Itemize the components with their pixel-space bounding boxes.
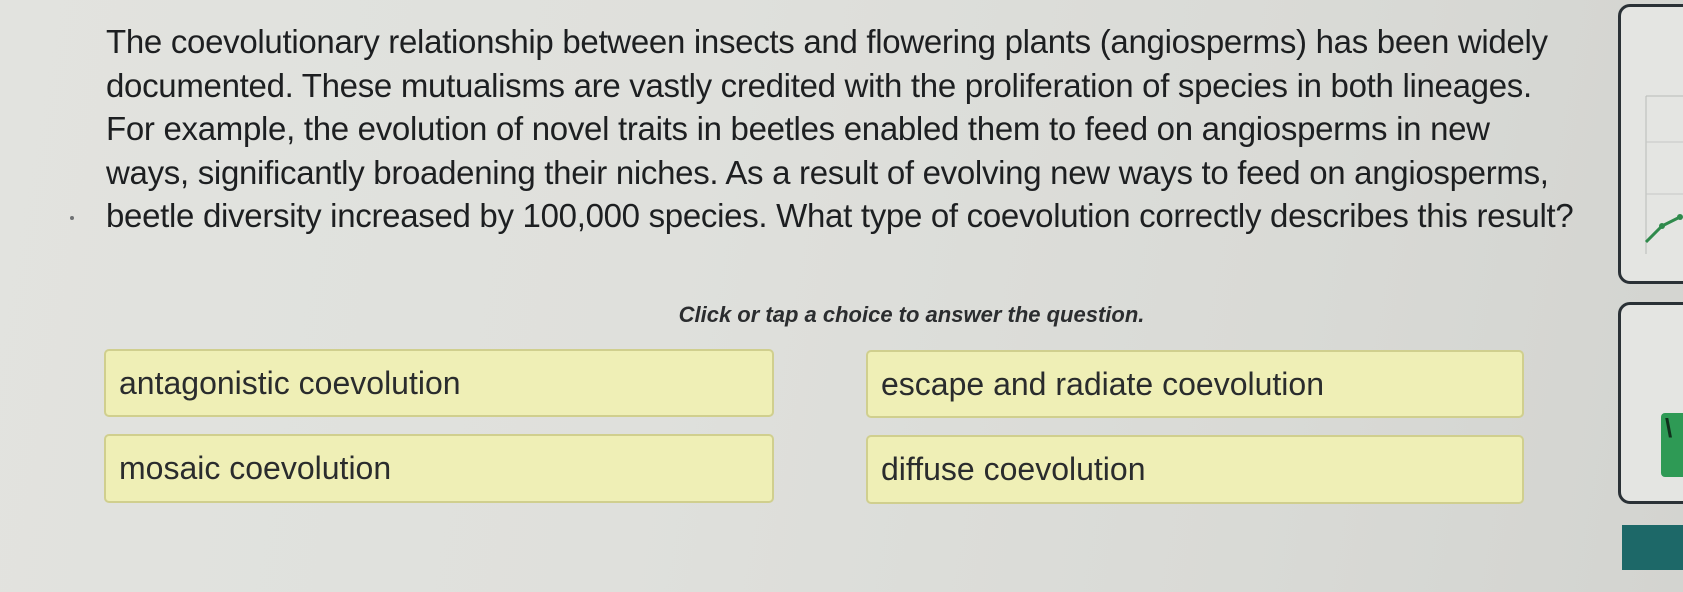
green-tab-button[interactable]: \: [1661, 413, 1683, 477]
choice-label: antagonistic coevolution: [119, 364, 461, 401]
instruction-text: Click or tap a choice to answer the ques…: [0, 302, 1683, 328]
choice-mosaic-coevolution[interactable]: mosaic coevolution: [104, 434, 774, 503]
instruction-label: Click or tap a choice to answer the ques…: [678, 302, 1145, 327]
choice-label: diffuse coevolution: [881, 451, 1146, 487]
teal-action-bar[interactable]: [1622, 525, 1683, 570]
tab-glyph: \: [1665, 413, 1673, 443]
bullet-dot: [70, 216, 74, 220]
choice-diffuse-coevolution[interactable]: diffuse coevolution: [866, 435, 1524, 504]
choice-escape-and-radiate-coevolution[interactable]: escape and radiate coevolution: [866, 350, 1524, 418]
choice-label: escape and radiate coevolution: [881, 365, 1324, 402]
choice-label: mosaic coevolution: [119, 450, 392, 486]
question-text: The coevolutionary relationship between …: [106, 23, 1574, 234]
mini-chart-icon: [1644, 95, 1683, 254]
choice-antagonistic-coevolution[interactable]: antagonistic coevolution: [104, 349, 774, 417]
